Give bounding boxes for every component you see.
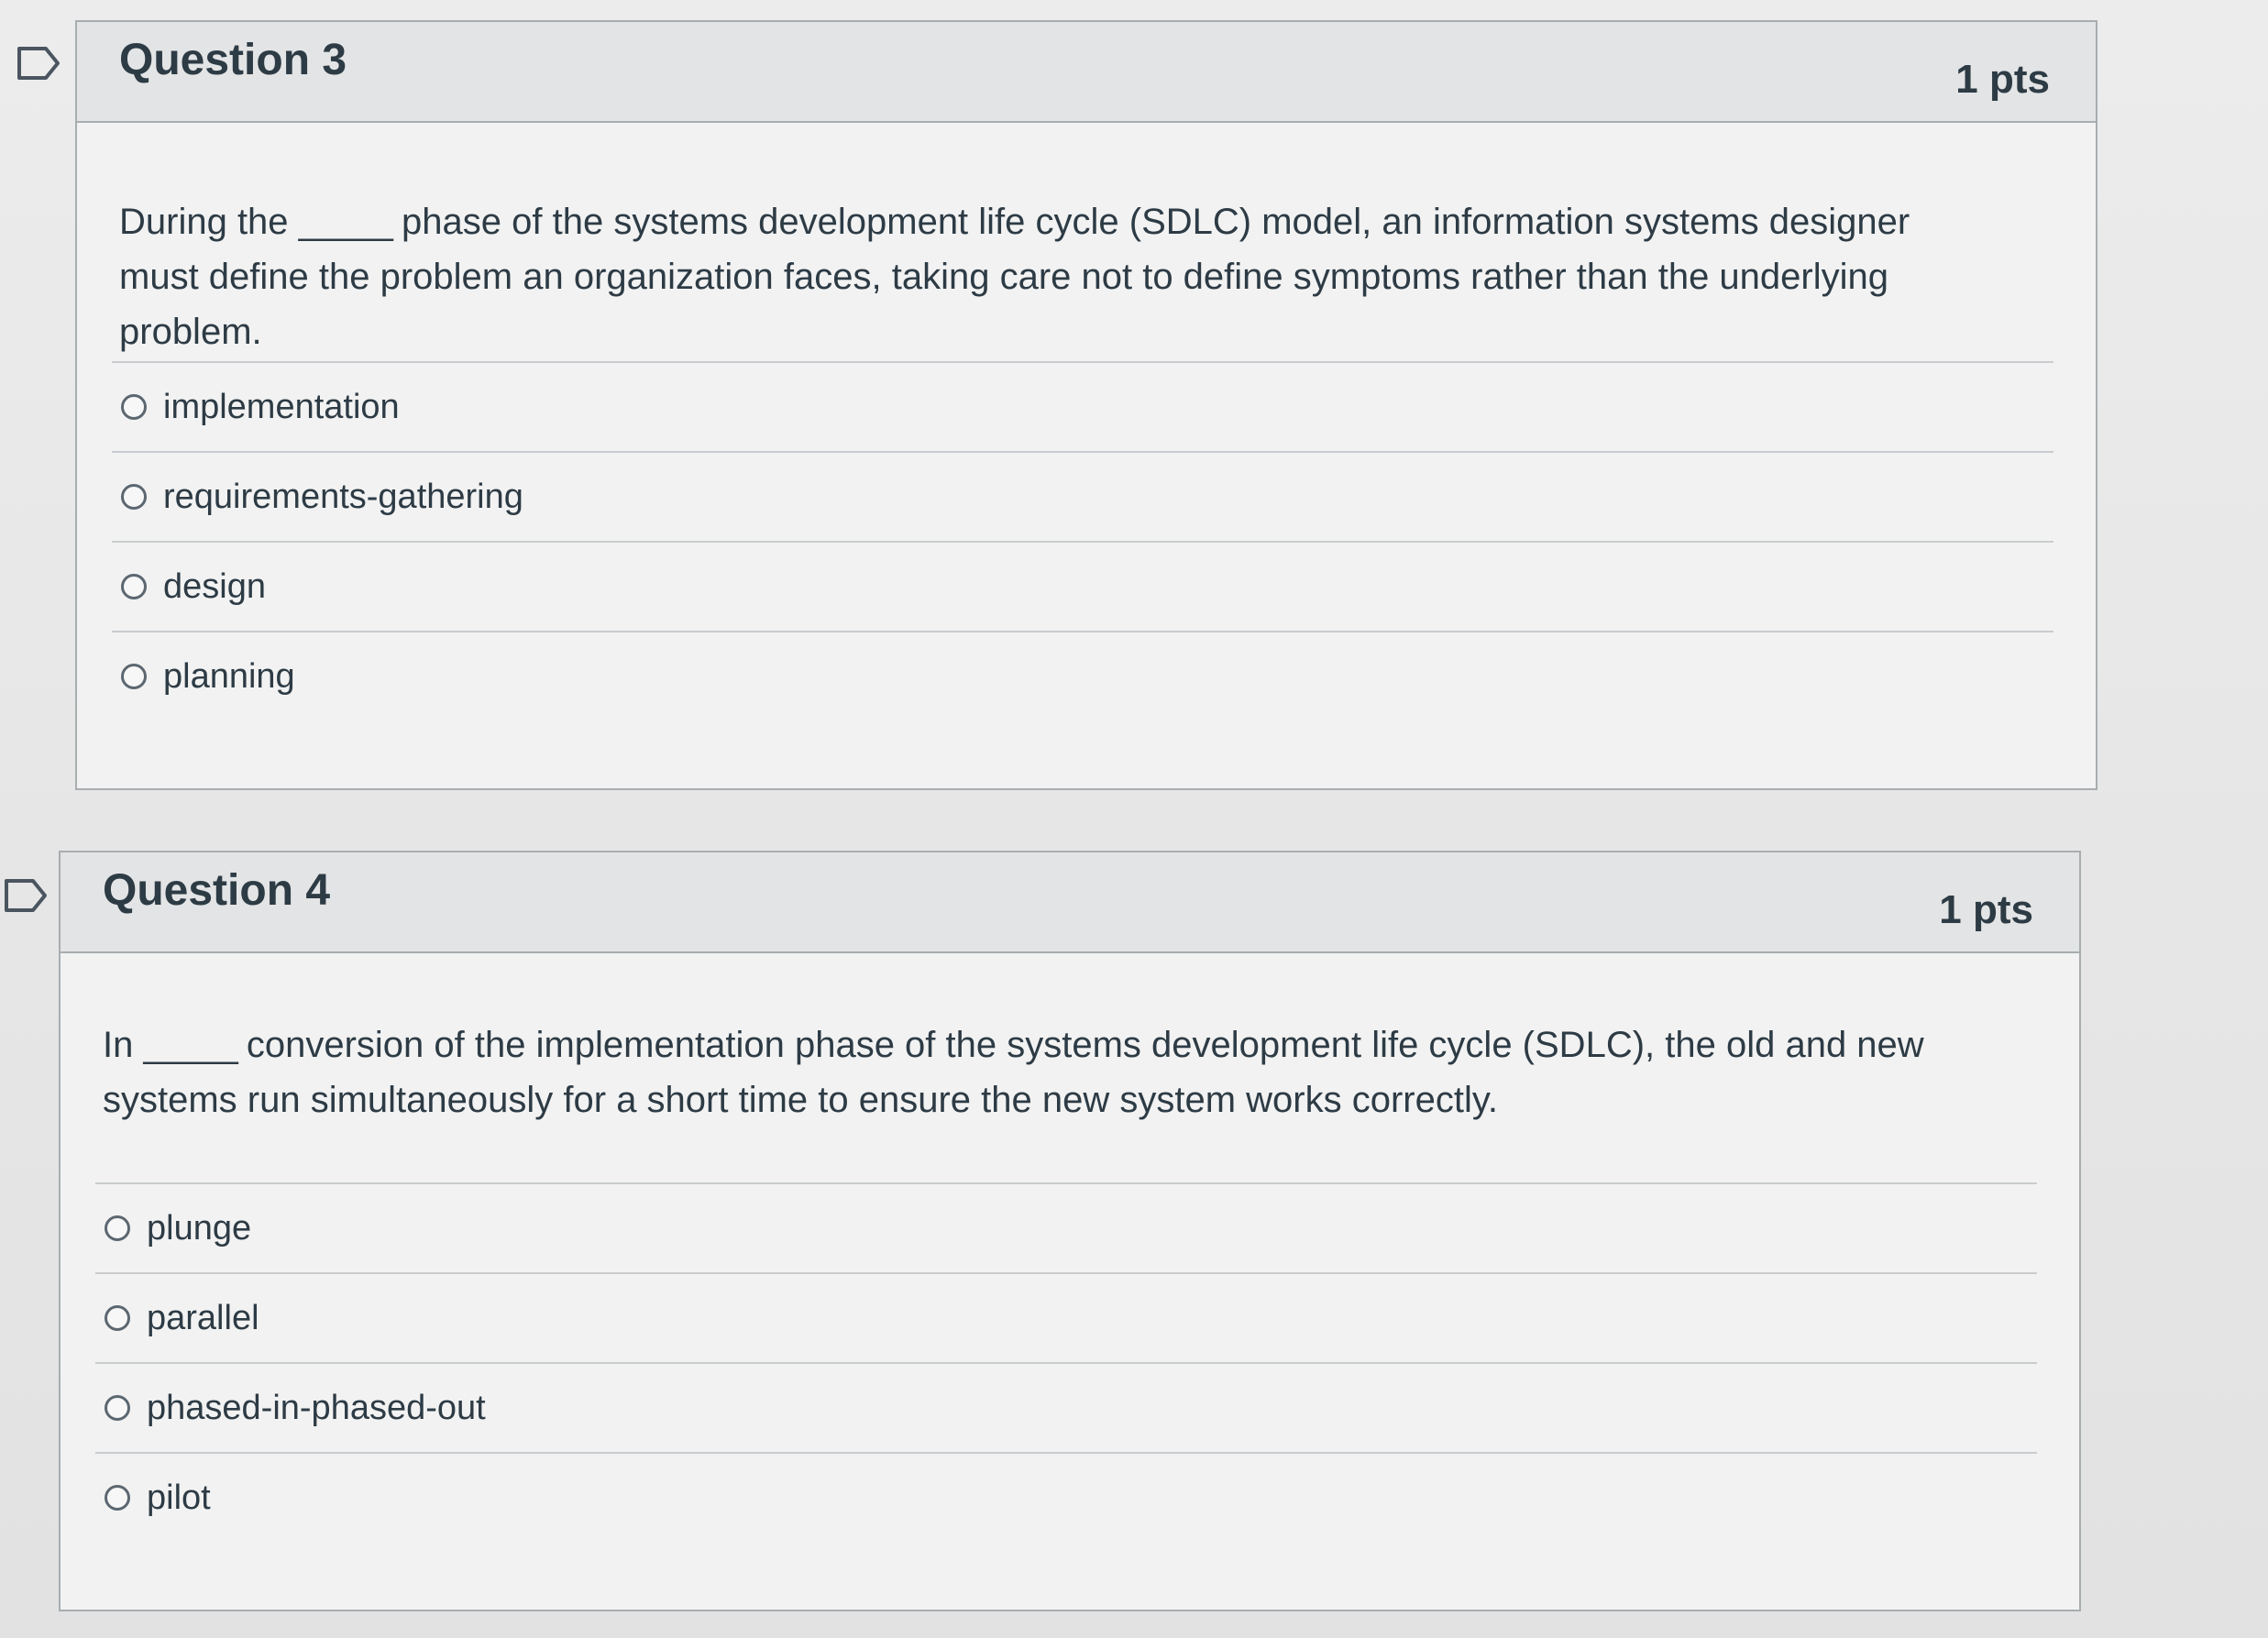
answer-label: phased-in-phased-out: [147, 1388, 486, 1427]
question-blank: _____: [143, 1025, 237, 1065]
radio-button-icon[interactable]: [105, 1215, 130, 1241]
question-title: Question 3: [119, 36, 347, 84]
question-text: During the _____ phase of the systems de…: [119, 194, 1967, 359]
answer-label: requirements-gathering: [163, 477, 523, 516]
question-blank: _____: [298, 202, 393, 242]
question-4-header: Question 4 1 pts: [61, 852, 2079, 953]
radio-button-icon[interactable]: [121, 574, 147, 599]
radio-button-icon[interactable]: [105, 1395, 130, 1421]
question-text-before: During the: [119, 202, 289, 242]
answer-option[interactable]: planning: [112, 631, 2053, 720]
answer-label: planning: [163, 656, 295, 696]
question-points: 1 pts: [1939, 887, 2033, 932]
answer-option[interactable]: implementation: [112, 361, 2053, 451]
answer-label: parallel: [147, 1298, 259, 1337]
answer-label: design: [163, 566, 266, 606]
answer-option[interactable]: requirements-gathering: [112, 451, 2053, 541]
question-3-header: Question 3 1 pts: [77, 22, 2096, 123]
answer-label: plunge: [147, 1208, 252, 1248]
radio-button-icon[interactable]: [105, 1485, 130, 1511]
radio-button-icon[interactable]: [121, 484, 147, 510]
answer-label: implementation: [163, 387, 400, 426]
question-title: Question 4: [103, 866, 331, 915]
answer-label: pilot: [147, 1478, 211, 1517]
answer-list: implementation requirements-gathering de…: [112, 361, 2053, 720]
answer-option[interactable]: design: [112, 541, 2053, 631]
question-4-card: Question 4 1 pts In _____ conversion of …: [59, 851, 2081, 1611]
answer-option[interactable]: phased-in-phased-out: [95, 1362, 2037, 1452]
question-points: 1 pts: [1955, 57, 2050, 102]
radio-button-icon[interactable]: [105, 1305, 130, 1331]
radio-button-icon[interactable]: [121, 664, 147, 689]
question-3-card: Question 3 1 pts During the _____ phase …: [75, 20, 2097, 790]
question-text-after: conversion of the implementation phase o…: [103, 1025, 1924, 1120]
quiz-page: Question 3 1 pts During the _____ phase …: [0, 0, 2268, 1638]
question-text: In _____ conversion of the implementatio…: [103, 1017, 2024, 1127]
answer-option[interactable]: plunge: [95, 1182, 2037, 1272]
flag-question-icon[interactable]: [17, 46, 61, 81]
answer-option[interactable]: pilot: [95, 1452, 2037, 1542]
answer-list: plunge parallel phased-in-phased-out pil…: [95, 1182, 2037, 1542]
answer-option[interactable]: parallel: [95, 1272, 2037, 1362]
flag-question-icon[interactable]: [4, 878, 48, 913]
radio-button-icon[interactable]: [121, 394, 147, 420]
question-text-before: In: [103, 1025, 134, 1065]
